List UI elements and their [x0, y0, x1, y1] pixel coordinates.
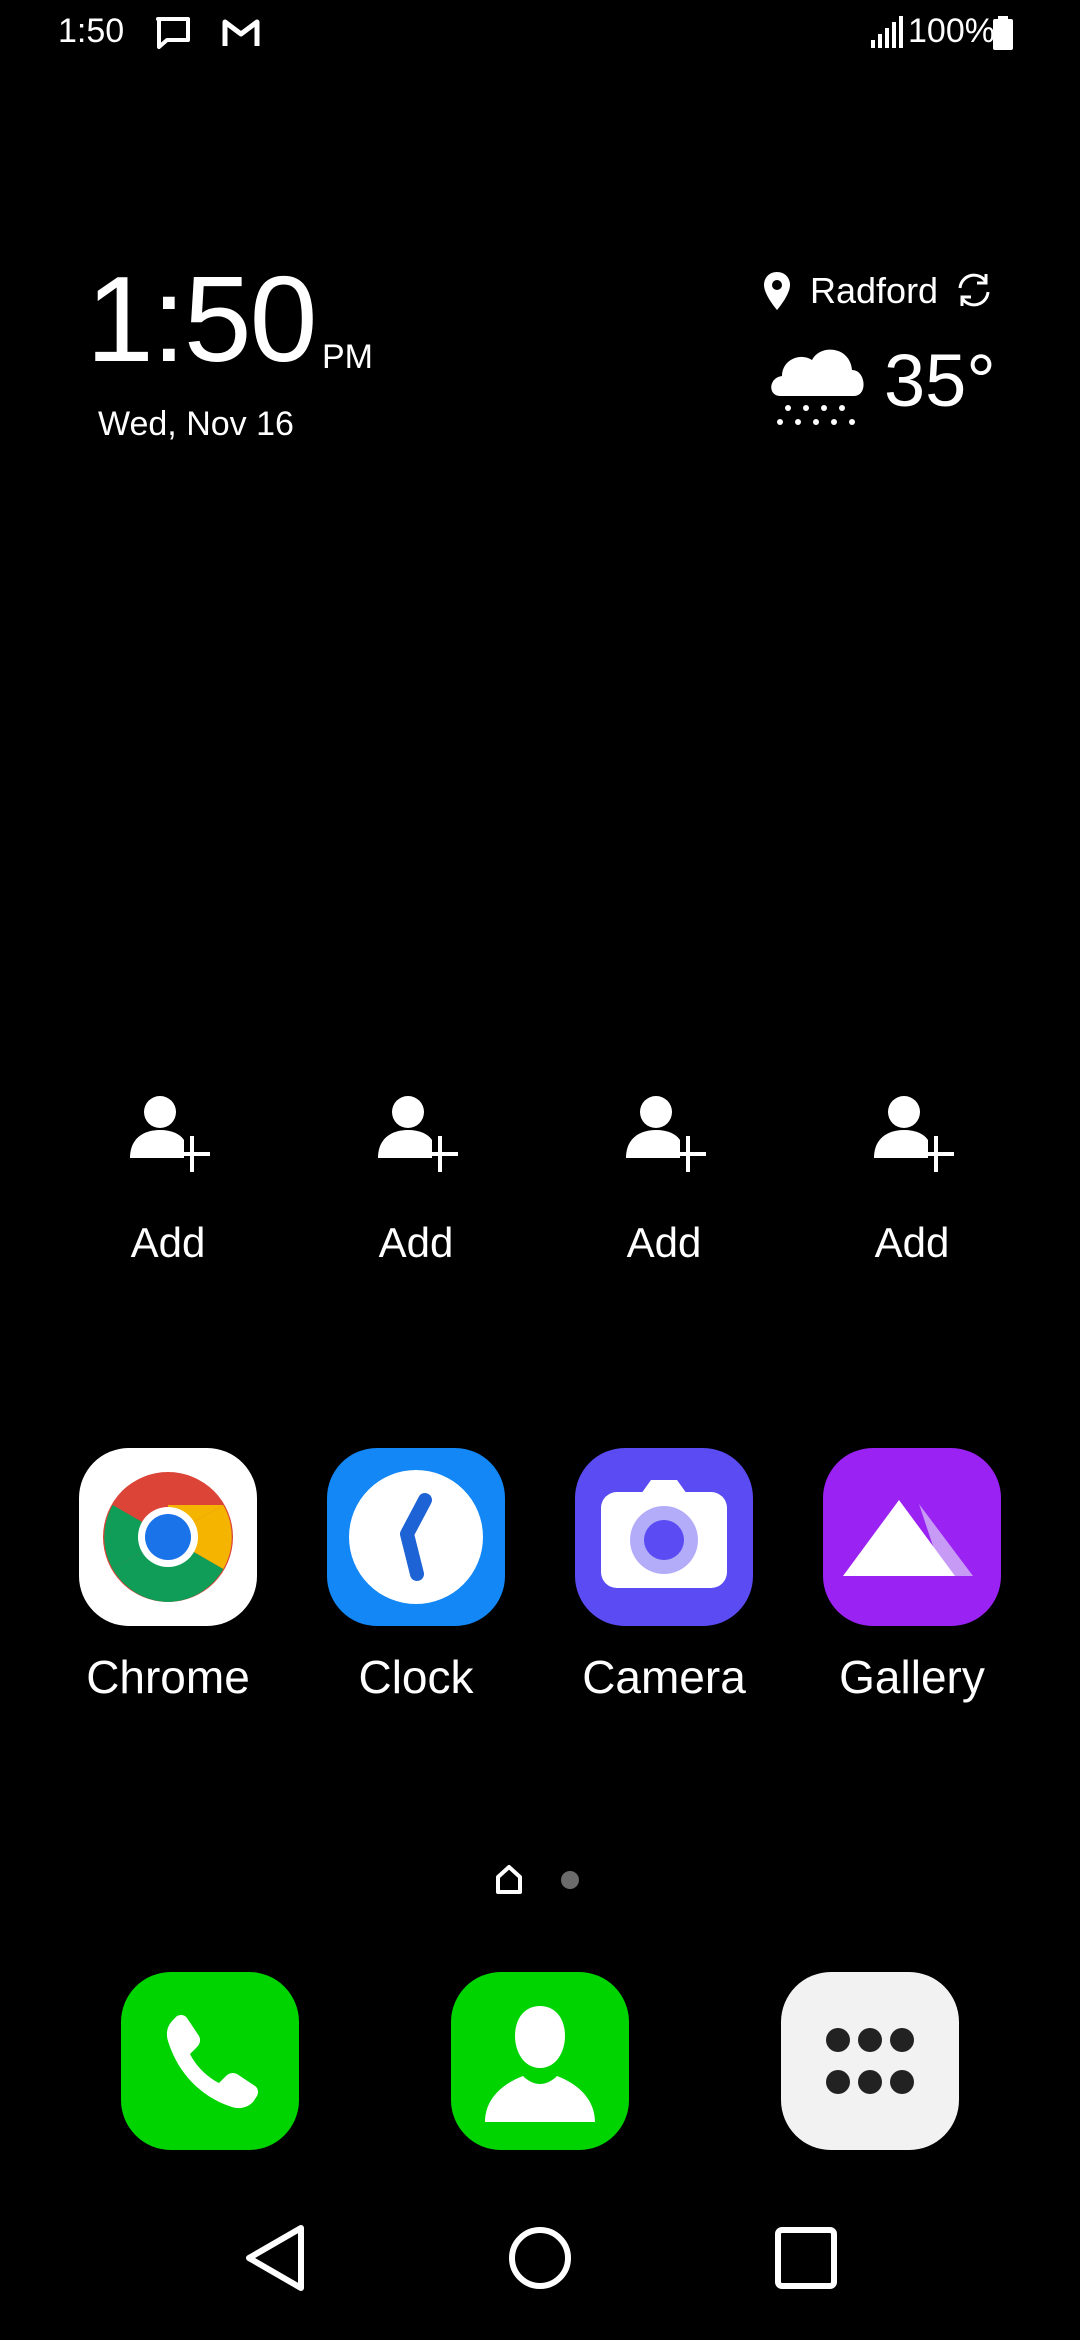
clock-icon: [327, 1448, 505, 1626]
phone-app[interactable]: [121, 1972, 299, 2150]
add-person-icon: [626, 1096, 706, 1172]
clock-ampm: PM: [322, 338, 373, 376]
add-person-icon: [378, 1096, 458, 1172]
add-contact-shortcut[interactable]: Add: [564, 1092, 764, 1267]
add-contact-label: Add: [130, 1219, 206, 1266]
chrome-icon: [79, 1448, 257, 1626]
gallery-app[interactable]: Gallery: [802, 1448, 1022, 1704]
weather-temperature: 35°: [884, 339, 996, 422]
snow-cloud-icon: [771, 349, 864, 425]
contacts-app[interactable]: [451, 1972, 629, 2150]
page-dot-indicator[interactable]: [560, 1870, 580, 1890]
back-icon[interactable]: [213, 2198, 333, 2318]
add-contact-shortcut[interactable]: Add: [316, 1092, 516, 1267]
gallery-label: Gallery: [839, 1651, 985, 1703]
camera-label: Camera: [582, 1651, 746, 1703]
location-pin-icon: [764, 272, 790, 310]
app-drawer-button[interactable]: [781, 1972, 959, 2150]
gmail-icon: [222, 19, 260, 46]
add-contact-label: Add: [626, 1219, 702, 1266]
add-contact-shortcut[interactable]: Add: [812, 1092, 1012, 1267]
app-drawer-icon: [826, 2028, 914, 2094]
weather-location: Radford: [810, 270, 939, 311]
camera-icon: [575, 1448, 753, 1626]
recents-icon[interactable]: [746, 2198, 866, 2318]
battery-icon: [993, 16, 1013, 50]
battery-percent: 100%: [908, 12, 995, 50]
add-contact-label: Add: [378, 1219, 454, 1266]
chrome-label: Chrome: [86, 1651, 250, 1703]
add-contact-shortcut[interactable]: Add: [68, 1092, 268, 1267]
camera-app[interactable]: Camera: [554, 1448, 774, 1704]
message-icon: [156, 17, 190, 49]
home-icon[interactable]: [480, 2198, 600, 2318]
refresh-icon[interactable]: [952, 268, 996, 312]
signal-icon: [871, 16, 903, 48]
status-bar: 1:50 100%: [0, 0, 1080, 70]
clock-date[interactable]: Wed, Nov 16: [98, 405, 294, 444]
phone-icon: [166, 2014, 259, 2109]
clock-app[interactable]: Clock: [306, 1448, 526, 1704]
add-person-icon: [874, 1096, 954, 1172]
clock-label: Clock: [358, 1651, 474, 1703]
add-person-icon: [130, 1096, 210, 1172]
contacts-icon: [485, 2006, 595, 2122]
clock-time[interactable]: 1:50: [86, 258, 317, 380]
chrome-app[interactable]: Chrome: [58, 1448, 278, 1704]
status-time: 1:50: [58, 12, 125, 50]
gallery-icon: [823, 1448, 1001, 1626]
add-contact-label: Add: [874, 1219, 950, 1266]
home-page-indicator-icon[interactable]: [494, 1864, 524, 1894]
